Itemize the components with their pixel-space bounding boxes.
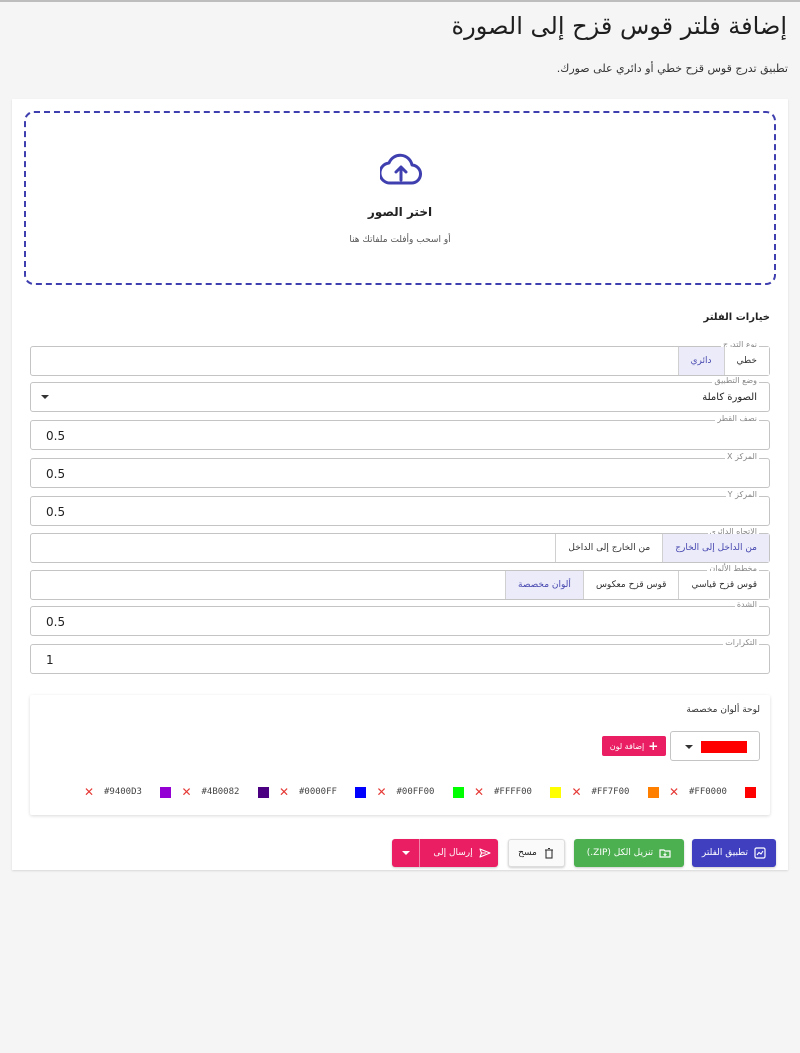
apply-filter-button[interactable]: تطبيق الفلتر [692, 839, 776, 867]
center-x-input[interactable]: المركز X 0.5 [30, 452, 770, 488]
center-y-value: 0.5 [46, 505, 66, 519]
radial-direction-field: الاتجاه الدائري من الداخل إلى الخارج من … [30, 527, 770, 563]
scheme-option-reversed[interactable]: قوس قزح معكوس [582, 571, 679, 599]
radius-input[interactable]: نصف القطر 0.5 [30, 414, 770, 450]
color-swatch [745, 786, 756, 798]
remove-color-icon[interactable]: ✕ [279, 785, 289, 799]
apply-mode-label: وضع التطبيق [712, 376, 759, 386]
folder-download-icon [659, 849, 671, 858]
repetitions-label: التكرارات [723, 638, 759, 648]
scheme-option-standard[interactable]: قوس قزح قياسي [678, 571, 769, 599]
color-swatch [550, 786, 561, 798]
scheme-option-custom[interactable]: ألوان مخصصة [505, 571, 583, 599]
color-hex-label: #FF0000 [689, 787, 727, 797]
color-hex-label: #4B0082 [201, 787, 240, 797]
direction-option-inside-out[interactable]: من الداخل إلى الخارج [662, 534, 769, 562]
color-scheme-field: مخطط الألوان قوس قزح قياسي قوس قزح معكوس… [30, 564, 770, 600]
chevron-down-icon [685, 745, 693, 749]
clear-icon [544, 847, 553, 859]
color-hex-label: #9400D3 [104, 787, 142, 797]
intensity-label: الشدة [734, 600, 759, 610]
chevron-down-icon [402, 851, 410, 855]
radius-label: نصف القطر [715, 414, 759, 424]
color-item: #FFFF00 ✕ [464, 785, 561, 799]
direction-option-outside-in[interactable]: من الخارج إلى الداخل [555, 534, 663, 562]
center-y-input[interactable]: المركز Y 0.5 [30, 490, 770, 526]
color-item: #9400D3 ✕ [74, 785, 171, 799]
send-to-dropdown-toggle[interactable] [392, 839, 420, 867]
gradient-option-linear[interactable]: خطي [723, 347, 769, 375]
apply-filter-label: تطبيق الفلتر [701, 848, 749, 858]
cloud-upload-icon [380, 153, 422, 185]
page-subtitle: تطبيق تدرج قوس قزح خطي أو دائري على صورك… [556, 62, 788, 75]
color-swatch [647, 786, 659, 798]
dropzone-title[interactable]: اختر الصور [26, 205, 774, 219]
custom-palette-card: لوحة ألوان مخصصة + إضافة لون #FF0000 ✕ #FF… [30, 695, 770, 815]
add-color-label: إضافة لون [609, 741, 645, 751]
dropzone-hint: أو اسحب وأفلت ملفاتك هنا [349, 235, 451, 245]
apply-mode-select[interactable]: وضع التطبيق الصورة كاملة [30, 376, 770, 412]
page-title: إضافة فلتر قوس قزح إلى الصورة [451, 12, 787, 40]
filter-options-title: خيارات الفلتر [703, 312, 770, 323]
color-swatch [160, 786, 171, 798]
color-item: #4B0082 ✕ [171, 785, 269, 799]
color-picker-select[interactable] [670, 731, 760, 761]
send-icon [479, 848, 491, 858]
color-scheme-toggle: قوس قزح قياسي قوس قزح معكوس ألوان مخصصة [505, 571, 769, 599]
color-item: #00FF00 ✕ [366, 785, 464, 799]
add-color-button[interactable]: + إضافة لون [602, 736, 666, 756]
color-swatch [257, 786, 269, 798]
chevron-down-icon [41, 395, 49, 399]
gradient-type-toggle: خطي دائري [677, 347, 769, 375]
main-card: اختر الصور أو اسحب وأفلت ملفاتك هنا خيار… [12, 99, 788, 870]
color-item: #FF0000 ✕ [659, 785, 756, 799]
radial-direction-toggle: من الداخل إلى الخارج من الخارج إلى الداخ… [555, 534, 769, 562]
send-to-label: إرسال إلى [433, 848, 473, 858]
color-list: #FF0000 ✕ #FF7F00 ✕ #FFFF00 ✕ #00FF00 ✕ #0000FF ✕… [74, 785, 756, 799]
color-item: #FF7F00 ✕ [561, 785, 659, 799]
gradient-type-field: نوع التدرج خطي دائري [30, 340, 770, 376]
center-x-label: المركز X [725, 452, 759, 462]
download-all-label: تنزيل الكل (ZIP.) [586, 848, 654, 858]
clear-label: مسح [518, 848, 537, 858]
apply-mode-value: الصورة كاملة [702, 392, 757, 403]
send-to-button[interactable]: إرسال إلى [392, 839, 498, 867]
send-to-main[interactable]: إرسال إلى [426, 839, 498, 867]
color-item: #0000FF ✕ [269, 785, 366, 799]
radius-value: 0.5 [46, 429, 66, 443]
selected-color-swatch [701, 741, 747, 753]
remove-color-icon[interactable]: ✕ [474, 785, 484, 799]
plus-icon: + [648, 739, 659, 753]
clear-button[interactable]: مسح [508, 839, 565, 867]
intensity-value: 0.5 [46, 615, 66, 629]
color-hex-label: #FF7F00 [591, 787, 630, 797]
color-hex-label: #00FF00 [396, 787, 435, 797]
image-dropzone[interactable]: اختر الصور أو اسحب وأفلت ملفاتك هنا [24, 111, 776, 285]
center-x-value: 0.5 [46, 467, 66, 481]
remove-color-icon[interactable]: ✕ [571, 785, 581, 799]
filter-icon [754, 847, 766, 859]
color-hex-label: #0000FF [299, 787, 337, 797]
gradient-option-radial[interactable]: دائري [677, 347, 724, 375]
remove-color-icon[interactable]: ✕ [669, 785, 679, 799]
repetitions-input[interactable]: التكرارات 1 [30, 638, 770, 674]
remove-color-icon[interactable]: ✕ [181, 785, 191, 799]
intensity-input[interactable]: الشدة 0.5 [30, 600, 770, 636]
color-hex-label: #FFFF00 [494, 787, 532, 797]
repetitions-value: 1 [46, 653, 54, 667]
remove-color-icon[interactable]: ✕ [84, 785, 94, 799]
center-y-label: المركز Y [725, 490, 759, 500]
color-swatch [355, 786, 366, 798]
custom-palette-title: لوحة ألوان مخصصة [686, 705, 760, 715]
download-all-button[interactable]: تنزيل الكل (ZIP.) [574, 839, 684, 867]
color-swatch [452, 786, 464, 798]
remove-color-icon[interactable]: ✕ [376, 785, 386, 799]
